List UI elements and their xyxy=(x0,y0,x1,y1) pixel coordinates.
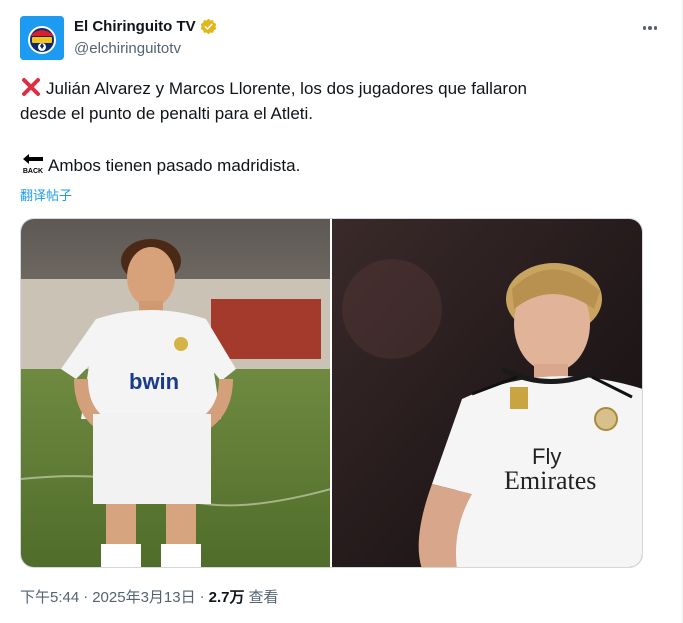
right-shirt-sponsor-bottom: Emirates xyxy=(504,466,596,495)
tweet-time[interactable]: 下午5:44 xyxy=(20,586,79,607)
name-row: El Chiringuito TV xyxy=(74,18,217,35)
tweet-line-3: BACK Ambos tienen pasado madridista. xyxy=(20,151,640,178)
meta-separator: · xyxy=(83,588,89,605)
media-grid: bwin Fly Emirates xyxy=(20,218,643,568)
left-shirt-sponsor: bwin xyxy=(129,369,179,394)
tweet-text: Julián Alvarez y Marcos Llorente, los do… xyxy=(20,76,640,178)
adult-player-image: Fly Emirates xyxy=(332,219,642,567)
back-arrow-icon: BACK xyxy=(23,154,43,175)
tweet-line-1-text: Julián Alvarez y Marcos Llorente, los do… xyxy=(46,79,527,98)
avatar[interactable] xyxy=(20,16,64,60)
line-spacer xyxy=(20,126,640,151)
photo-young-player[interactable]: bwin xyxy=(21,219,330,567)
translate-post-link[interactable]: 翻译帖子 xyxy=(20,185,72,204)
svg-text:BACK: BACK xyxy=(23,168,43,175)
tweet-date[interactable]: 2025年3月13日 xyxy=(92,586,195,607)
red-x-icon xyxy=(22,78,40,96)
author-handle[interactable]: @elchiringuitotv xyxy=(74,40,181,57)
photo-adult-player[interactable]: Fly Emirates xyxy=(332,219,642,567)
meta-separator: · xyxy=(199,588,205,605)
display-name[interactable]: El Chiringuito TV xyxy=(74,18,196,35)
young-player-image: bwin xyxy=(21,219,330,567)
tweet-meta: 下午5:44 · 2025年3月13日 · 2.7万 查看 xyxy=(20,586,278,607)
tweet-line-1: Julián Alvarez y Marcos Llorente, los do… xyxy=(20,76,640,101)
verified-badge-icon[interactable] xyxy=(200,18,217,35)
views-label: 查看 xyxy=(248,589,279,606)
tweet-line-3-text: Ambos tienen pasado madridista. xyxy=(48,156,301,175)
tweet-header: El Chiringuito TV @elchiringuitotv xyxy=(20,14,662,62)
el-chiringuito-logo-icon xyxy=(20,16,64,60)
views-count: 2.7万 xyxy=(208,589,245,606)
tweet-line-2: desde el punto de penalti para el Atleti… xyxy=(20,104,313,123)
tweet-card: El Chiringuito TV @elchiringuitotv Juliá… xyxy=(0,0,683,623)
more-options-icon[interactable] xyxy=(638,18,662,38)
